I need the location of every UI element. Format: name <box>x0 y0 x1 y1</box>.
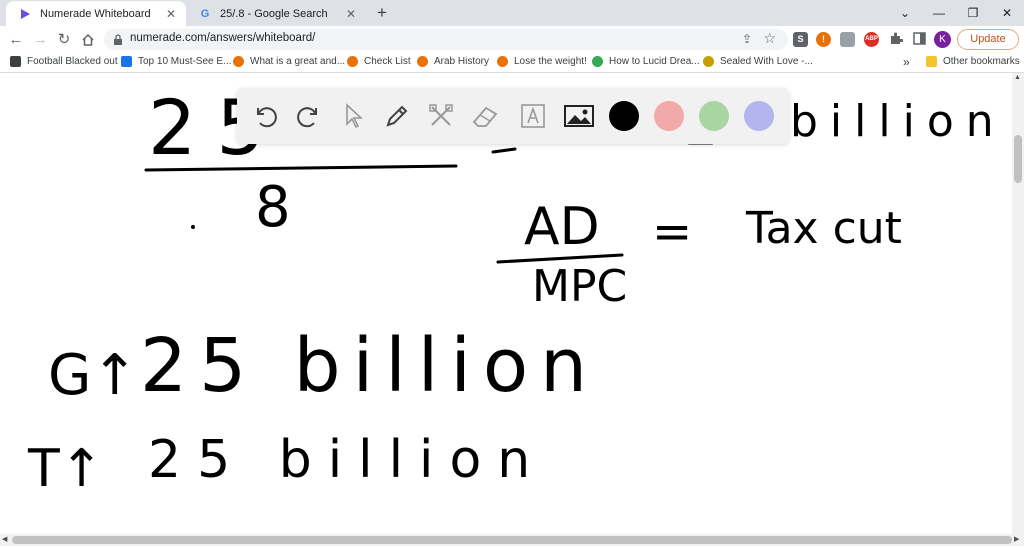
tab-search-icon[interactable]: ⌄ <box>888 0 922 26</box>
tools-icon[interactable] <box>425 100 457 132</box>
forward-icon[interactable]: → <box>30 30 50 50</box>
vertical-scrollbar[interactable]: ▲ <box>1012 73 1024 534</box>
bookmark-item[interactable]: Arab History <box>417 56 489 67</box>
fraction-bottom: 8 <box>255 175 291 240</box>
redo-icon[interactable] <box>293 100 325 132</box>
color-swatch-pink[interactable] <box>654 101 684 131</box>
back-icon[interactable]: ← <box>6 30 26 50</box>
select-pointer-icon[interactable] <box>337 100 369 132</box>
bookmark-item[interactable]: Lose the weight! <box>497 56 587 67</box>
scroll-left-icon[interactable]: ◀ <box>2 535 7 543</box>
bookmarks-bar: Football Blacked out Top 10 Must-See E..… <box>0 53 1024 73</box>
close-tab-icon[interactable]: ✕ <box>344 7 358 21</box>
color-swatch-green[interactable] <box>699 101 729 131</box>
site-favicon-icon <box>592 56 603 67</box>
minimize-icon[interactable]: — <box>922 0 956 26</box>
browser-toolbar: ← → ↻ numerade.com/answers/whiteboard/ ⇪… <box>0 26 1024 53</box>
tab-title: Numerade Whiteboard <box>40 7 151 20</box>
image-icon[interactable] <box>563 100 595 132</box>
color-swatch-lavender[interactable] <box>744 101 774 131</box>
eraser-icon[interactable] <box>469 100 501 132</box>
tab-strip: Numerade Whiteboard ✕ G 25/.8 - Google S… <box>0 0 1024 26</box>
site-favicon-icon <box>347 56 358 67</box>
new-tab-icon[interactable]: + <box>372 3 392 23</box>
site-favicon-icon <box>233 56 244 67</box>
close-tab-icon[interactable]: ✕ <box>164 7 178 21</box>
color-swatch-black[interactable] <box>609 101 639 131</box>
extension-alert-icon[interactable]: ! <box>816 32 831 47</box>
bookmark-item[interactable]: Sealed With Love -... <box>703 56 813 67</box>
site-favicon-icon <box>703 56 714 67</box>
share-icon[interactable]: ⇪ <box>742 32 752 46</box>
scroll-right-icon[interactable]: ▶ <box>1014 535 1019 543</box>
lock-icon <box>113 33 124 45</box>
tab-google-search[interactable]: G 25/.8 - Google Search ✕ <box>186 1 366 26</box>
extensions-puzzle-icon[interactable] <box>886 29 906 49</box>
bookmark-star-icon[interactable]: ☆ <box>763 30 776 47</box>
site-favicon-icon <box>497 56 508 67</box>
reload-icon[interactable]: ↻ <box>54 30 74 50</box>
bookmark-item[interactable]: Check List <box>347 56 411 67</box>
scroll-up-icon[interactable]: ▲ <box>1014 74 1021 81</box>
bookmark-item[interactable]: Football Blacked out <box>10 56 118 67</box>
top-right-word: billion <box>790 96 1006 147</box>
whiteboard-toolbar <box>237 88 789 144</box>
profile-avatar[interactable]: K <box>934 31 951 48</box>
close-window-icon[interactable]: ✕ <box>990 0 1024 26</box>
dash-stroke <box>491 147 517 154</box>
briefcase-icon <box>10 56 21 67</box>
pen-icon[interactable] <box>381 100 413 132</box>
other-bookmarks[interactable]: Other bookmarks <box>926 56 1020 67</box>
bookmark-item[interactable]: Top 10 Must-See E... <box>121 56 231 67</box>
equation-denominator: MPC <box>532 261 628 312</box>
line2-label: T↑ <box>28 439 104 499</box>
side-panel-icon[interactable] <box>909 29 929 49</box>
horizontal-scrollbar[interactable]: ◀ ▶ <box>0 534 1024 546</box>
bookmark-item[interactable]: How to Lucid Drea... <box>592 56 700 67</box>
whiteboard-canvas[interactable]: 25 8 billion AD MPC = Tax cut G↑ 25 bill… <box>0 73 1012 534</box>
vertical-scroll-thumb[interactable] <box>1014 135 1022 183</box>
equation-result: Tax cut <box>746 203 902 254</box>
line2-value: 25 billion <box>148 430 547 490</box>
tab-title: 25/.8 - Google Search <box>220 7 328 20</box>
equation-numerator: AD <box>524 197 600 257</box>
restore-icon[interactable]: ❐ <box>956 0 990 26</box>
extension-screen-icon[interactable] <box>840 32 855 47</box>
horizontal-scroll-thumb[interactable] <box>12 536 1012 544</box>
site-favicon-icon <box>417 56 428 67</box>
google-logo-icon: G <box>200 7 210 20</box>
undo-icon[interactable] <box>249 100 281 132</box>
adblock-icon[interactable]: ABP <box>864 32 879 47</box>
dot-stroke <box>191 225 195 229</box>
tab-numerade-whiteboard[interactable]: Numerade Whiteboard ✕ <box>6 1 186 26</box>
home-icon[interactable] <box>78 30 98 50</box>
line1-label: G↑ <box>48 343 139 408</box>
text-icon[interactable] <box>517 100 549 132</box>
extension-s-icon[interactable]: S <box>793 32 808 47</box>
numerade-logo-icon <box>18 7 32 21</box>
address-bar[interactable]: numerade.com/answers/whiteboard/ ⇪ ☆ <box>104 29 788 50</box>
update-button[interactable]: Update <box>957 29 1019 50</box>
equation-equals: = <box>652 204 693 260</box>
folder-icon <box>926 56 937 67</box>
line1-value: 25 billion <box>140 323 600 409</box>
window-controls: ⌄ — ❐ ✕ <box>888 0 1024 26</box>
url-text: numerade.com/answers/whiteboard/ <box>130 32 316 44</box>
bookmark-item[interactable]: What is a great and... <box>233 56 345 67</box>
bookmarks-overflow-icon[interactable]: » <box>903 55 910 69</box>
site-favicon-icon <box>121 56 132 67</box>
